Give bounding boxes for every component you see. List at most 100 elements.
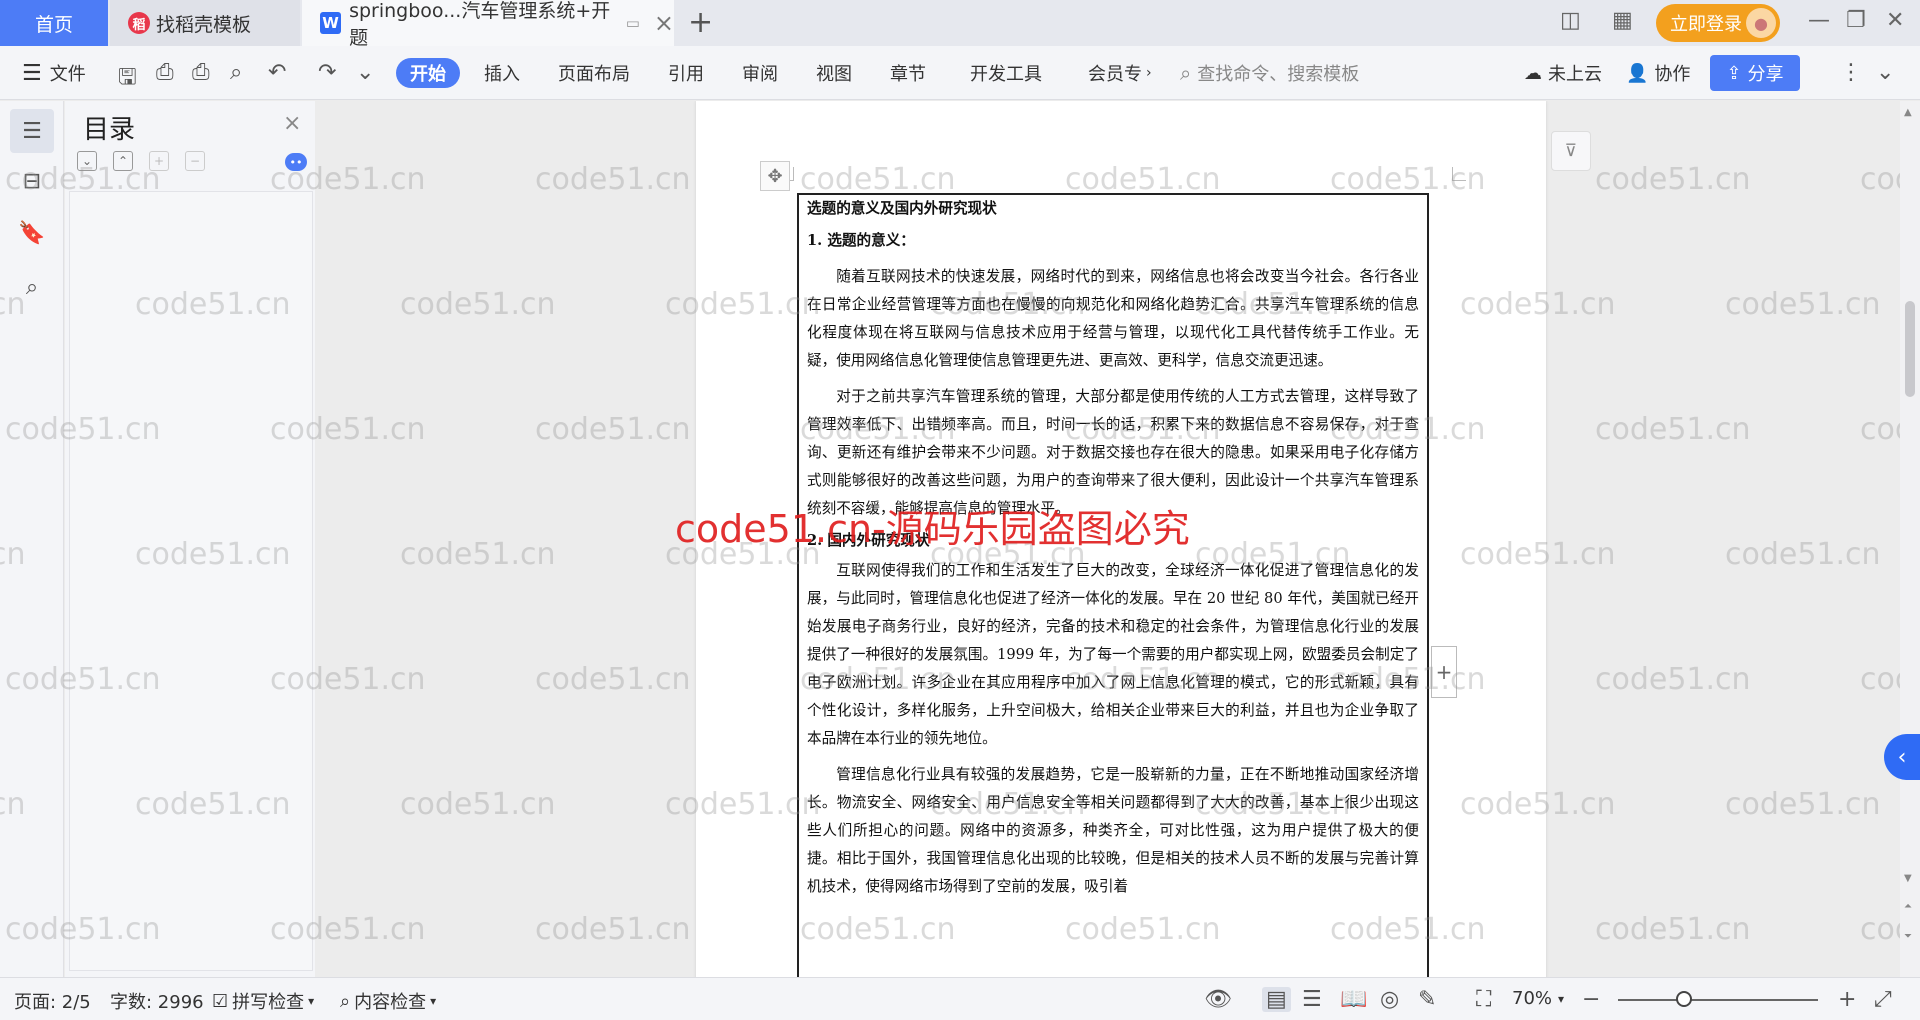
zoom-out-icon[interactable]: − (1582, 987, 1600, 1012)
minimize-icon[interactable]: — (1808, 8, 1830, 33)
tab-template[interactable]: 稻 找稻壳模板 (110, 0, 300, 46)
expand-all-icon[interactable]: ⌄ (77, 151, 97, 171)
ai-assistant-icon[interactable]: •• (285, 153, 307, 171)
print-preview-icon[interactable]: ⌕ (230, 60, 242, 85)
monitor-icon: ▭ (625, 14, 640, 32)
export-icon[interactable]: ⎙ (156, 60, 174, 85)
status-bar: 页面: 2/5 字数: 2996 ☑ 拼写检查 ▾ ⌕ 内容检查 ▾ 👁 ▤ ☰… (0, 977, 1920, 1020)
eye-protection-icon[interactable]: 👁 (1204, 987, 1232, 1012)
spell-check-icon: ☑ (212, 990, 229, 1012)
outline-view-icon[interactable]: ☰ (1302, 987, 1322, 1012)
cloud-label: 未上云 (1548, 64, 1602, 85)
print-icon[interactable]: ⎙ (192, 60, 210, 85)
navigation-pane-icon[interactable]: ⊟ (18, 167, 46, 195)
tab-devtools[interactable]: 开发工具 (970, 58, 1042, 88)
more-options-icon[interactable]: ⋮ (1840, 60, 1862, 85)
zoom-slider[interactable] (1618, 999, 1818, 1001)
dropdown-icon: ▾ (308, 994, 315, 1008)
login-button[interactable]: 立即登录 ● (1656, 4, 1780, 42)
document-table[interactable]: 选题的意义及国内外研究现状 1. 选题的意义： 随着互联网技术的快速发展，网络时… (797, 193, 1429, 977)
collapse-ribbon-icon[interactable]: ⌄ (1876, 60, 1894, 85)
vertical-scrollbar[interactable]: ▲ ▼ ⏶ ⏷ (1900, 101, 1920, 977)
toc-panel: 目录 × ⌄ ⌃ + − •• (65, 101, 315, 977)
zoom-slider-knob[interactable] (1676, 991, 1692, 1007)
document-page: ✥ 选题的意义及国内外研究现状 1. 选题的意义： 随着互联网技术的快速发展，网… (696, 101, 1546, 977)
bookmark-icon[interactable]: 🔖 (18, 219, 46, 247)
tab-bar: 首页 稻 找稻壳模板 W springboo...汽车管理系统+开题 ▭ × +… (0, 0, 1920, 49)
find-icon[interactable]: ⌕ (18, 273, 46, 301)
tab-insert[interactable]: 插入 (484, 58, 520, 88)
heading-significance: 1. 选题的意义： (807, 232, 915, 249)
reading-view-icon[interactable]: 📖 (1340, 987, 1367, 1012)
share-icon: ⇪ (1726, 62, 1742, 84)
collab-icon: 👤 (1626, 62, 1649, 84)
tab-member[interactable]: 会员专 › (1088, 58, 1152, 88)
left-rail: ☰ ⊟ 🔖 ⌕ (0, 101, 64, 977)
toc-title: 目录 (83, 115, 136, 145)
remove-heading-icon[interactable]: − (185, 151, 205, 171)
search-placeholder: 查找命令、搜索模板 (1197, 64, 1360, 85)
tab-review[interactable]: 审阅 (742, 58, 778, 88)
write-mode-icon[interactable]: ✎ (1418, 987, 1436, 1012)
fit-page-icon[interactable]: ⛶ (1476, 987, 1491, 1012)
redo-icon[interactable]: ↷ (318, 60, 336, 85)
undo-icon[interactable]: ↶ (268, 60, 286, 85)
tab-chapter[interactable]: 章节 (890, 58, 926, 88)
search-icon: ⌕ (1180, 61, 1192, 85)
login-label: 立即登录 (1670, 14, 1742, 35)
add-heading-icon[interactable]: + (149, 151, 169, 171)
writer-logo-icon: W (320, 12, 342, 34)
more-quick-tools-icon[interactable]: ⌄ (356, 60, 374, 85)
next-page-icon[interactable]: ⏷ (1904, 931, 1912, 942)
close-tab-icon[interactable]: × (654, 11, 674, 35)
scroll-up-icon[interactable]: ▲ (1904, 107, 1912, 118)
zoom-in-icon[interactable]: + (1838, 987, 1856, 1012)
collapse-all-icon[interactable]: ⌃ (113, 151, 133, 171)
new-tab-button[interactable]: + (688, 5, 713, 40)
file-label: 文件 (49, 64, 86, 85)
heading-main: 选题的意义及国内外研究现状 (807, 200, 997, 217)
command-search[interactable]: ⌕ 查找命令、搜索模板 (1180, 58, 1359, 88)
page-indicator[interactable]: 页面: 2/5 (14, 988, 91, 1014)
tab-view[interactable]: 视图 (816, 58, 852, 88)
filter-icon[interactable]: ⊽ (1551, 131, 1591, 171)
collab-button[interactable]: 👤 协作 (1626, 58, 1690, 88)
add-column-icon[interactable]: + (1431, 646, 1457, 698)
tab-layout[interactable]: 页面布局 (558, 58, 630, 88)
cloud-icon: ☁ (1524, 62, 1542, 84)
page-view-icon[interactable]: ▤ (1262, 987, 1291, 1012)
save-icon[interactable]: 🖫 (118, 60, 137, 98)
fullscreen-icon[interactable]: ⤢ (1874, 987, 1892, 1012)
apps-grid-icon[interactable]: ▦ (1612, 8, 1633, 33)
ribbon-menu: ☰ 文件 🖫 ⎙ ⎙ ⌕ ↶ ↷ ⌄ 开始 插入 页面布局 引用 审阅 视图 章… (0, 46, 1920, 100)
spell-check-label: 拼写检查 (232, 992, 305, 1013)
file-menu[interactable]: ☰ 文件 (22, 58, 86, 88)
split-view-icon[interactable]: ◫ (1560, 8, 1581, 33)
spell-check-button[interactable]: ☑ 拼写检查 ▾ (212, 988, 314, 1014)
share-button[interactable]: ⇪ 分享 (1710, 55, 1800, 91)
tab-member-label: 会员专 (1088, 64, 1142, 85)
tab-document[interactable]: W springboo...汽车管理系统+开题 ▭ × (302, 0, 674, 49)
collab-label: 协作 (1654, 64, 1691, 85)
tab-reference[interactable]: 引用 (668, 58, 704, 88)
scroll-thumb[interactable] (1905, 301, 1915, 397)
toc-list (69, 191, 313, 971)
zoom-level[interactable]: 70% ▾ (1512, 988, 1564, 1009)
content-check-button[interactable]: ⌕ 内容检查 ▾ (340, 988, 436, 1014)
prev-page-icon[interactable]: ⏶ (1904, 901, 1912, 912)
avatar-icon: ● (1746, 8, 1776, 38)
close-icon[interactable]: × (283, 111, 301, 136)
restore-icon[interactable]: ❐ (1846, 8, 1866, 33)
dropdown-icon: ▾ (430, 994, 437, 1008)
word-count[interactable]: 字数: 2996 (110, 988, 204, 1014)
close-window-icon[interactable]: ✕ (1886, 8, 1904, 33)
web-view-icon[interactable]: ◎ (1380, 987, 1399, 1012)
scroll-down-icon[interactable]: ▼ (1904, 873, 1912, 884)
tab-start[interactable]: 开始 (396, 58, 460, 88)
table-move-handle-icon[interactable]: ✥ (760, 161, 790, 191)
cloud-status[interactable]: ☁ 未上云 (1524, 58, 1602, 88)
toc-icon[interactable]: ☰ (10, 109, 54, 153)
document-workspace: ✥ 选题的意义及国内外研究现状 1. 选题的意义： 随着互联网技术的快速发展，网… (316, 101, 1900, 977)
tab-home[interactable]: 首页 (0, 0, 108, 46)
share-label: 分享 (1747, 64, 1784, 85)
